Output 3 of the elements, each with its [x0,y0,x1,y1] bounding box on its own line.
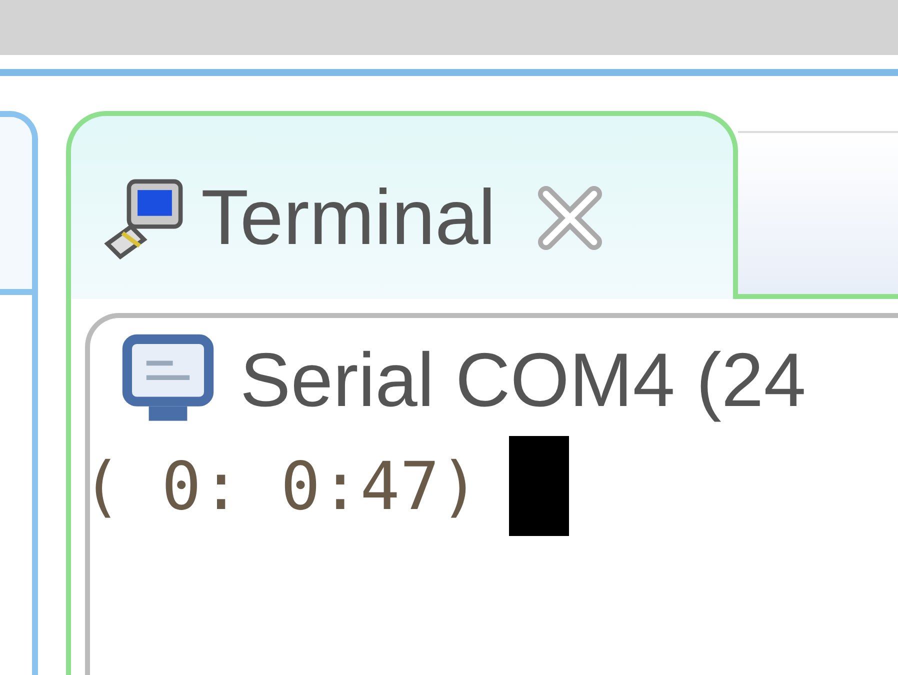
terminal-tab[interactable]: Terminal [66,111,738,299]
terminal-output: ( 0: 0:47) [82,448,480,524]
session-title: Serial COM4 (24 [240,336,806,424]
